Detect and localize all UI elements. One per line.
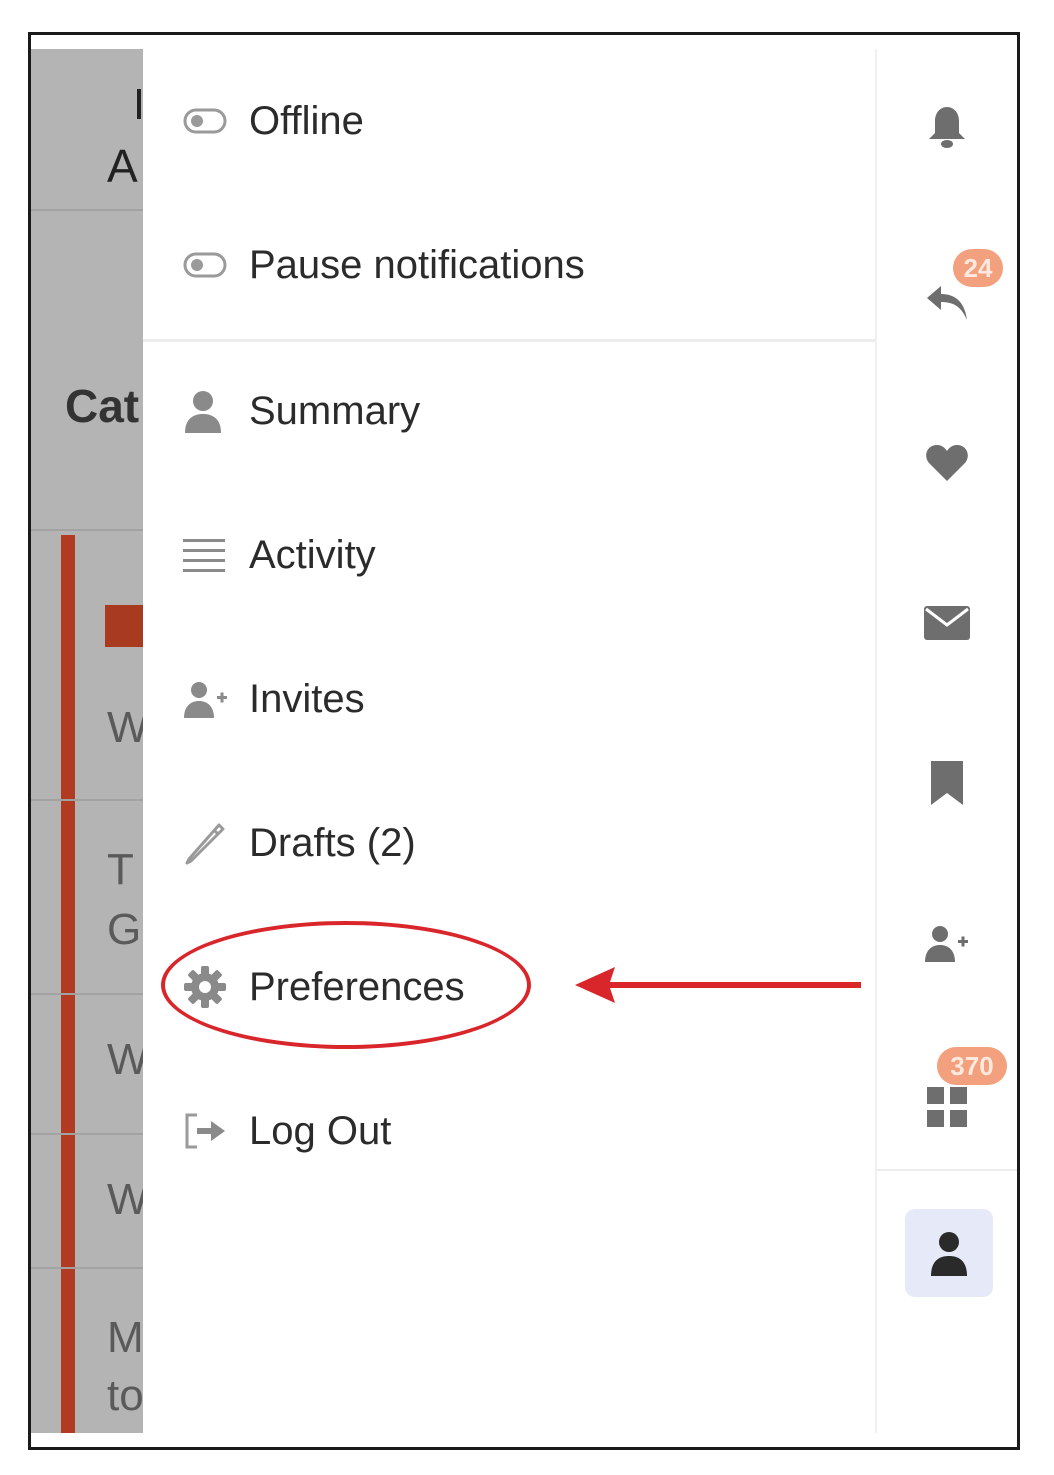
user-icon <box>183 389 239 433</box>
user-menu-drawer: Offline Pause notifications Summary Acti… <box>143 49 875 1433</box>
menu-item-log-out[interactable]: Log Out <box>143 1071 875 1191</box>
menu-item-activity[interactable]: Activity <box>143 495 875 615</box>
annotation-arrow <box>575 967 861 1003</box>
menu-item-label: Activity <box>249 532 376 577</box>
menu-divider <box>143 339 875 342</box>
user-plus-icon[interactable] <box>917 913 977 973</box>
notification-badge: 370 <box>937 1047 1007 1085</box>
bg-divider <box>31 799 143 801</box>
menu-item-label: Summary <box>249 388 421 433</box>
bg-mark <box>137 89 141 119</box>
menu-item-label: Drafts (2) <box>249 820 416 865</box>
background-page: A Cat W T G W W M to <box>31 49 143 1433</box>
header-icon-rail: 24 370 <box>875 49 1017 1433</box>
menu-item-label: Log Out <box>249 1108 392 1153</box>
user-plus-icon <box>183 680 239 718</box>
menu-item-label: Invites <box>249 676 365 721</box>
bg-divider <box>31 1133 143 1135</box>
category-color-bar <box>61 535 75 1433</box>
bg-divider <box>31 529 143 531</box>
category-badge <box>105 605 143 647</box>
pencil-icon <box>183 821 239 865</box>
bg-fragment: T <box>107 845 134 894</box>
bg-fragment: W <box>107 1175 143 1225</box>
menu-item-label: Pause notifications <box>249 242 585 287</box>
toggle-off-icon <box>183 252 239 278</box>
heart-icon[interactable] <box>917 433 977 493</box>
sign-out-icon <box>183 1111 239 1151</box>
menu-item-pause-notifications[interactable]: Pause notifications <box>143 205 875 325</box>
bg-fragment: to <box>107 1371 143 1420</box>
list-icon <box>183 537 239 573</box>
annotation-circle <box>161 921 531 1049</box>
bg-divider <box>31 1267 143 1269</box>
bg-fragment: G <box>107 905 142 954</box>
bg-fragment: Cat <box>65 380 140 432</box>
current-user-avatar-button[interactable] <box>905 1209 993 1297</box>
menu-item-drafts[interactable]: Drafts (2) <box>143 783 875 903</box>
menu-item-summary[interactable]: Summary <box>143 351 875 471</box>
bg-fragment: W <box>107 1035 143 1085</box>
envelope-icon[interactable] <box>917 593 977 653</box>
bg-fragment: W <box>107 703 143 753</box>
user-icon <box>929 1230 969 1276</box>
menu-item-label: Offline <box>249 98 364 143</box>
bg-fragment: M <box>107 1313 143 1362</box>
notification-badge: 24 <box>953 249 1003 287</box>
rail-divider <box>877 1169 1017 1171</box>
menu-item-offline[interactable]: Offline <box>143 61 875 181</box>
bg-fragment: A <box>107 140 138 192</box>
grid-icon[interactable] <box>917 1077 977 1137</box>
toggle-off-icon <box>183 108 239 134</box>
bookmark-icon[interactable] <box>917 753 977 813</box>
bell-icon[interactable] <box>917 97 977 157</box>
bg-divider <box>31 209 143 211</box>
bg-divider <box>31 993 143 995</box>
screenshot-frame: A Cat W T G W W M to Offline Pause notif… <box>28 32 1020 1450</box>
menu-item-invites[interactable]: Invites <box>143 639 875 759</box>
